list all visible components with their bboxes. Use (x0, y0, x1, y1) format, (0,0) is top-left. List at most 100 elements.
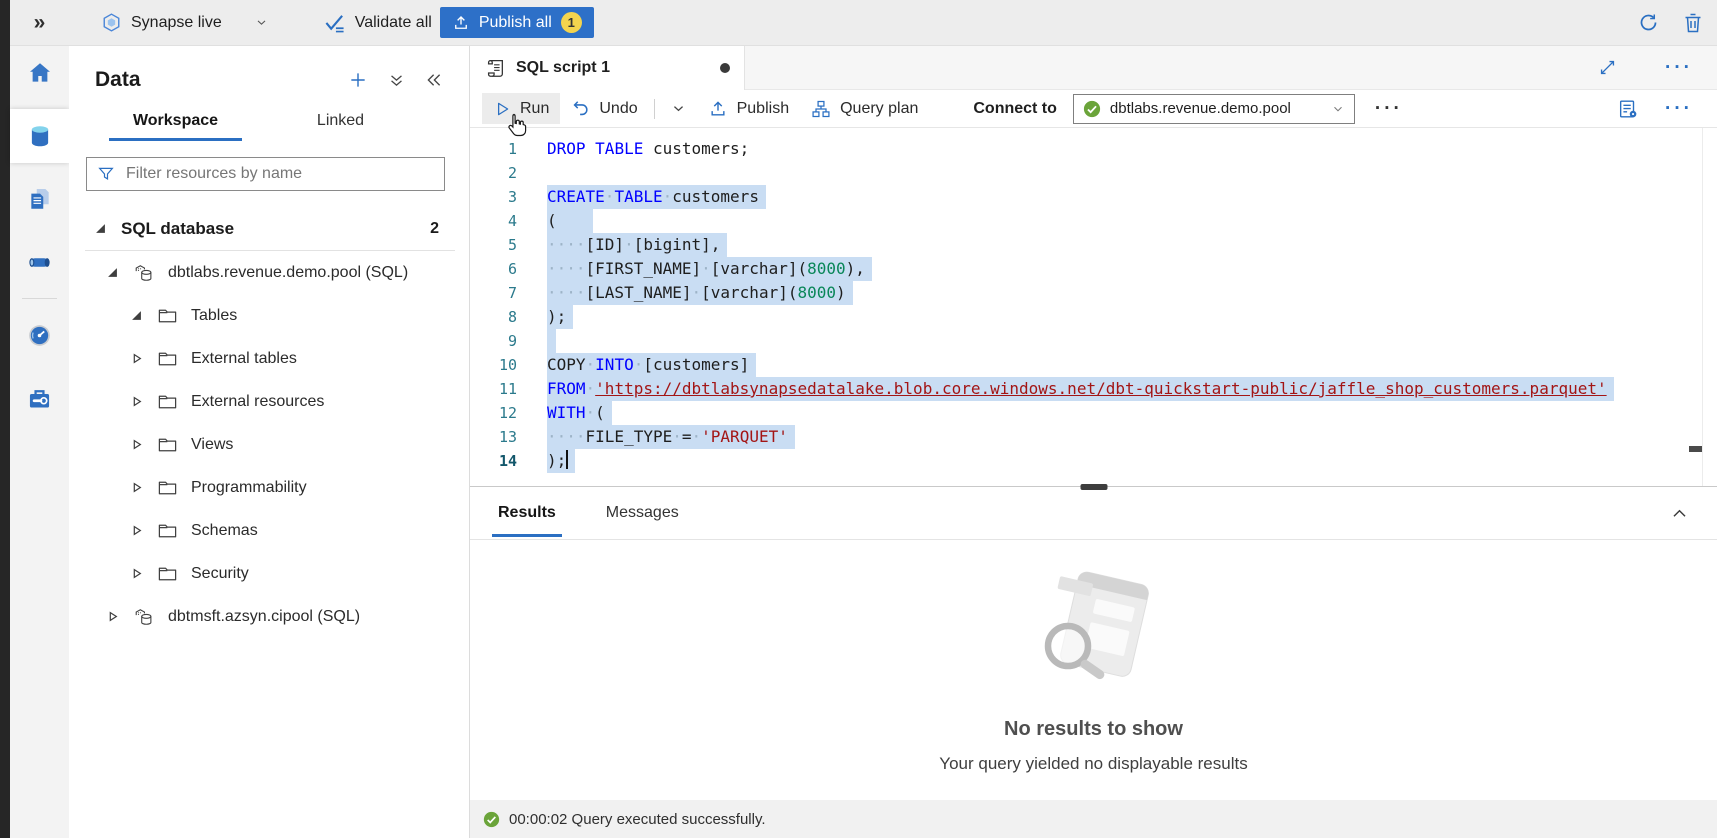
empty-results-title: No results to show (1004, 718, 1183, 741)
tree-item-sql-database[interactable]: SQL database2 (69, 207, 469, 250)
tree-item-dbtmsft-azsyn-cipool-sql-[interactable]: dbtmsft.azsyn.cipool (SQL) (69, 595, 469, 638)
publish-button[interactable]: Publish (697, 93, 800, 124)
publish-label: Publish (737, 100, 789, 118)
tree-item-schemas[interactable]: Schemas (69, 509, 469, 552)
no-results-illustration (1024, 566, 1164, 698)
toolbar-more-button[interactable]: ··· (1375, 98, 1403, 120)
code-line-1[interactable]: DROP TABLE customers; (547, 137, 1717, 161)
code-lines[interactable]: DROP TABLE customers; CREATE·TABLE·custom… (525, 128, 1717, 486)
collapse-all-icon[interactable] (388, 72, 405, 89)
tab-messages[interactable]: Messages (604, 489, 681, 537)
filter-funnel-icon (97, 165, 115, 183)
scrollbar-mark[interactable] (1689, 446, 1702, 452)
code-line-13[interactable]: ····FILE_TYPE·=·'PARQUET' (547, 425, 1717, 449)
code-line-12[interactable]: WITH·( (547, 401, 1717, 425)
home-icon (27, 60, 53, 86)
tab-results[interactable]: Results (496, 489, 558, 537)
sql-code-editor[interactable]: 1234567891011121314 DROP TABLE customers… (470, 128, 1717, 487)
tree-item-external-resources[interactable]: External resources (69, 380, 469, 423)
branch-selector[interactable]: Synapse live (101, 12, 268, 33)
chevron-collapsed-icon[interactable] (131, 482, 144, 493)
chevron-expanded-icon[interactable] (131, 310, 144, 321)
collapse-results-chevron-up-icon[interactable] (1670, 504, 1689, 523)
undo-label: Undo (599, 100, 637, 118)
validate-label: Validate all (355, 14, 432, 32)
refresh-icon[interactable] (1638, 12, 1659, 33)
tree-item-tables[interactable]: Tables (69, 294, 469, 337)
chevron-collapsed-icon[interactable] (131, 353, 144, 364)
chevron-down-icon (255, 16, 268, 29)
connected-check-icon (1083, 100, 1101, 118)
selection-highlight: ( (547, 209, 593, 233)
tab-more-button[interactable]: ··· (1665, 57, 1693, 79)
collapsed-panel-strip[interactable] (0, 0, 10, 838)
collapse-panel-icon[interactable] (425, 71, 443, 89)
undo-button[interactable]: Undo (560, 93, 648, 124)
toolbar-divider (654, 99, 655, 119)
results-tab-bar: Results Messages (470, 487, 1717, 540)
selection-highlight: ····[ID]·[bigint], (547, 233, 727, 257)
tree-item-security[interactable]: Security (69, 552, 469, 595)
code-line-10[interactable]: COPY·INTO·[customers] (547, 353, 1717, 377)
code-line-4[interactable]: ( (547, 209, 1717, 233)
code-line-2[interactable] (547, 161, 1717, 185)
sidebar-item-integrate[interactable] (10, 235, 69, 289)
editor-more-button[interactable]: ··· (1665, 98, 1693, 120)
expand-editor-icon[interactable] (1598, 58, 1617, 77)
code-line-14[interactable]: ); (547, 449, 1717, 473)
navigation-rail (10, 46, 69, 838)
sidebar-item-manage[interactable] (10, 371, 69, 425)
code-line-3[interactable]: CREATE·TABLE·customers (547, 185, 1717, 209)
line-number: 13 (470, 425, 525, 449)
validate-all-button[interactable]: Validate all (323, 12, 432, 33)
undo-icon (571, 99, 590, 118)
selection-highlight: ····[LAST_NAME]·[varchar](8000) (547, 281, 853, 305)
chevron-collapsed-icon[interactable] (131, 439, 144, 450)
code-line-9[interactable] (547, 329, 1717, 353)
code-line-5[interactable]: ····[ID]·[bigint], (547, 233, 1717, 257)
code-line-7[interactable]: ····[LAST_NAME]·[varchar](8000) (547, 281, 1717, 305)
chevron-collapsed-icon[interactable] (107, 611, 120, 622)
mouse-hand-cursor (506, 112, 528, 137)
sql-script-icon (484, 57, 506, 79)
add-resource-button[interactable] (348, 70, 368, 90)
chevron-collapsed-icon[interactable] (131, 396, 144, 407)
connect-to-label: Connect to (973, 100, 1057, 118)
pane-splitter-handle[interactable] (1080, 484, 1107, 490)
code-line-11[interactable]: FROM·'https://dbtlabsynapsedatalake.blob… (547, 377, 1717, 401)
tree-item-views[interactable]: Views (69, 423, 469, 466)
sidebar-item-develop[interactable] (10, 172, 69, 226)
code-line-6[interactable]: ····[FIRST_NAME]·[varchar](8000), (547, 257, 1717, 281)
expand-rail-button[interactable]: » (10, 11, 69, 35)
tree-item-external-tables[interactable]: External tables (69, 337, 469, 380)
tree-item-programmability[interactable]: Programmability (69, 466, 469, 509)
filter-resources-input[interactable] (124, 164, 434, 184)
folder-icon (157, 520, 178, 541)
line-number: 14 (470, 449, 525, 473)
data-panel: Data Workspace Linked SQL database2dbtla… (69, 46, 470, 838)
line-number: 8 (470, 305, 525, 329)
chevron-down-icon (1331, 102, 1345, 116)
toolbar-overflow-chevron[interactable] (660, 93, 697, 124)
sidebar-item-home[interactable] (10, 46, 69, 100)
tab-sql-script[interactable]: SQL script 1 (470, 46, 745, 90)
sidebar-item-monitor[interactable] (10, 308, 69, 362)
properties-icon[interactable] (1617, 98, 1639, 120)
query-plan-button[interactable]: Query plan (800, 93, 929, 124)
chevron-collapsed-icon[interactable] (131, 525, 144, 536)
sidebar-item-data[interactable] (10, 109, 69, 163)
connect-to-pool-dropdown[interactable]: dbtlabs.revenue.demo.pool (1073, 94, 1355, 124)
branch-label: Synapse live (131, 14, 222, 32)
discard-trash-icon[interactable] (1683, 12, 1703, 34)
line-number: 10 (470, 353, 525, 377)
publish-all-button[interactable]: Publish all 1 (440, 7, 594, 38)
code-line-8[interactable]: ); (547, 305, 1717, 329)
chevron-collapsed-icon[interactable] (131, 568, 144, 579)
chevron-expanded-icon[interactable] (107, 267, 120, 278)
tab-linked[interactable]: Linked (258, 104, 423, 141)
chevron-expanded-icon[interactable] (95, 223, 108, 234)
editor-scrollbar[interactable] (1702, 128, 1703, 486)
tree-item-dbtlabs-revenue-demo-pool-sql-[interactable]: dbtlabs.revenue.demo.pool (SQL) (69, 251, 469, 294)
integrate-icon (26, 249, 53, 276)
tab-workspace[interactable]: Workspace (93, 104, 258, 141)
